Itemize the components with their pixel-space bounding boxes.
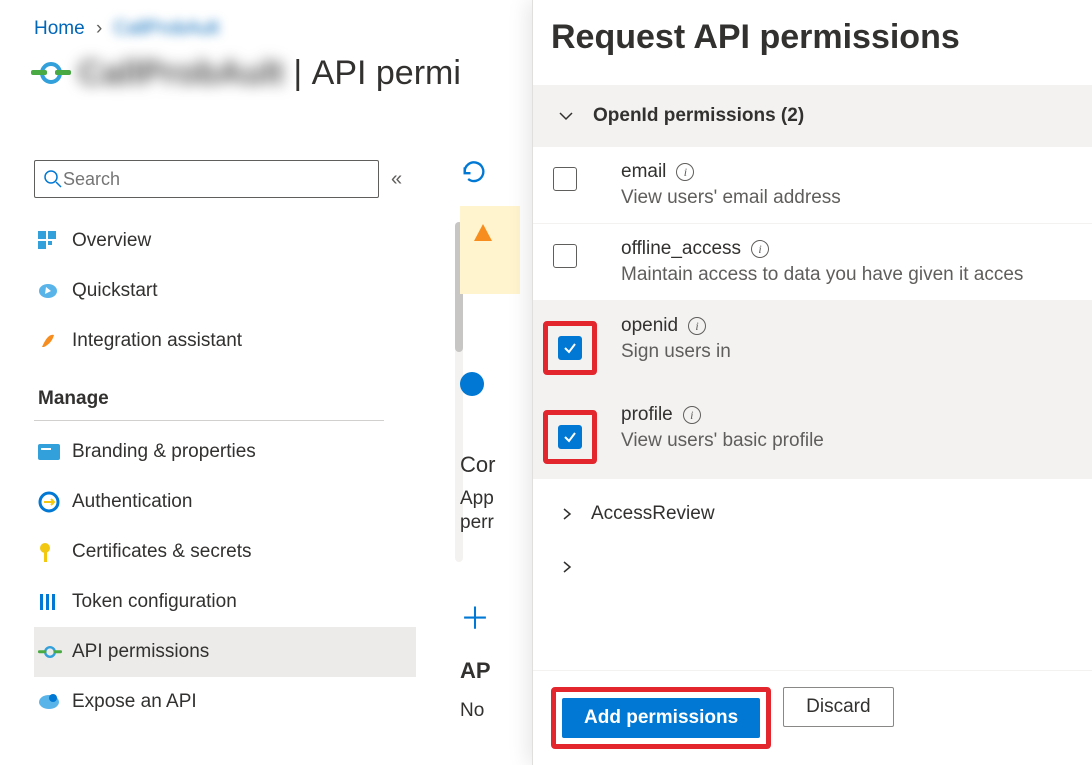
section-header: AP — [460, 658, 540, 684]
search-icon — [43, 169, 63, 189]
info-badge — [460, 372, 484, 396]
expose-api-icon — [38, 693, 72, 711]
collapse-icon[interactable]: « — [391, 168, 396, 191]
permission-row-profile[interactable]: profile i View users' basic profile — [533, 390, 1092, 479]
sidebar-item-api-permissions[interactable]: API permissions — [34, 627, 416, 677]
permission-group-label: OpenId permissions (2) — [593, 105, 804, 127]
paragraph: App — [460, 488, 540, 510]
request-api-permissions-panel: Request API permissions OpenId permissio… — [532, 0, 1092, 765]
warning-icon — [472, 222, 494, 244]
rocket-icon — [38, 331, 72, 351]
chevron-right-icon — [559, 559, 575, 575]
highlight-marker — [543, 410, 597, 464]
app-registration-icon — [28, 50, 74, 96]
section-header: Cor — [460, 452, 540, 478]
permission-row-offline-access[interactable]: offline_access i Maintain access to data … — [533, 224, 1092, 301]
sidebar-item-label: Overview — [72, 230, 151, 252]
sidebar-item-branding[interactable]: Branding & properties — [34, 427, 416, 477]
chevron-right-icon: › — [96, 18, 102, 39]
sidebar-item-integration[interactable]: Integration assistant — [34, 316, 416, 366]
info-icon[interactable]: i — [688, 317, 706, 335]
breadcrumb-app[interactable]: CallProbAult — [114, 18, 220, 39]
sidebar-item-label: Token configuration — [72, 591, 237, 613]
paragraph: No — [460, 700, 540, 722]
token-icon — [38, 592, 72, 612]
permission-group-label: AccessReview — [591, 503, 715, 525]
auth-icon — [38, 491, 72, 513]
panel-title: Request API permissions — [533, 0, 1092, 85]
breadcrumb-home[interactable]: Home — [34, 18, 85, 39]
sidebar-group-manage: Manage — [34, 366, 384, 421]
permission-group-openid[interactable]: OpenId permissions (2) — [533, 85, 1092, 147]
info-icon[interactable]: i — [683, 406, 701, 424]
checkbox-email[interactable] — [553, 167, 577, 191]
paragraph: perr — [460, 512, 540, 534]
sidebar-item-label: Authentication — [72, 491, 192, 513]
panel-footer: Add permissions Discard — [533, 670, 1092, 765]
highlight-marker: Add permissions — [551, 687, 771, 749]
search-input[interactable] — [34, 160, 379, 198]
sidebar-item-quickstart[interactable]: Quickstart — [34, 266, 416, 316]
api-permissions-icon — [38, 640, 72, 664]
chevron-down-icon — [557, 107, 575, 125]
add-icon[interactable]: ＋ — [460, 594, 540, 638]
checkbox-openid[interactable] — [558, 336, 582, 360]
permission-name: email — [621, 161, 666, 183]
overview-icon — [38, 231, 72, 251]
quickstart-icon — [38, 281, 72, 301]
app-name-blurred: CallProbAult — [78, 54, 284, 93]
permission-group-accessreview[interactable]: AccessReview — [533, 479, 1092, 549]
main-content-peek: Cor App perr ＋ AP No — [460, 158, 540, 722]
refresh-icon[interactable] — [460, 158, 540, 186]
warning-banner — [460, 206, 520, 294]
sidebar-nav: Overview Quickstart Integration assistan… — [34, 216, 419, 727]
sidebar-item-overview[interactable]: Overview — [34, 216, 416, 266]
discard-button[interactable]: Discard — [783, 687, 893, 727]
sidebar-item-label: Integration assistant — [72, 330, 242, 352]
sidebar-item-label: Certificates & secrets — [72, 541, 252, 563]
add-permissions-button[interactable]: Add permissions — [562, 698, 760, 738]
highlight-marker — [543, 321, 597, 375]
permission-description: Sign users in — [621, 341, 731, 363]
permission-name: offline_access — [621, 238, 741, 260]
sidebar-item-label: Expose an API — [72, 691, 197, 713]
sidebar-item-authentication[interactable]: Authentication — [34, 477, 416, 527]
permission-name: profile — [621, 404, 673, 426]
branding-icon — [38, 444, 72, 460]
permission-name: openid — [621, 315, 678, 337]
search-field[interactable] — [63, 169, 370, 190]
checkbox-offline-access[interactable] — [553, 244, 577, 268]
page-title: | API permi — [284, 54, 461, 93]
info-icon[interactable]: i — [751, 240, 769, 258]
sidebar-item-certificates[interactable]: Certificates & secrets — [34, 527, 416, 577]
permission-group-collapsed[interactable] — [533, 549, 1092, 599]
info-icon[interactable]: i — [676, 163, 694, 181]
permission-description: View users' basic profile — [621, 430, 824, 452]
sidebar-item-token[interactable]: Token configuration — [34, 577, 416, 627]
sidebar-item-label: Quickstart — [72, 280, 158, 302]
key-icon — [38, 542, 72, 562]
permission-description: View users' email address — [621, 187, 841, 209]
permission-row-email[interactable]: emaili View users' email address — [533, 147, 1092, 224]
sidebar-item-label: Branding & properties — [72, 441, 256, 463]
sidebar-item-label: API permissions — [72, 641, 209, 663]
checkbox-profile[interactable] — [558, 425, 582, 449]
chevron-right-icon — [559, 506, 575, 522]
permission-description: Maintain access to data you have given i… — [621, 264, 1023, 286]
permission-row-openid[interactable]: openidi Sign users in — [533, 301, 1092, 390]
sidebar-item-expose-api[interactable]: Expose an API — [34, 677, 416, 727]
